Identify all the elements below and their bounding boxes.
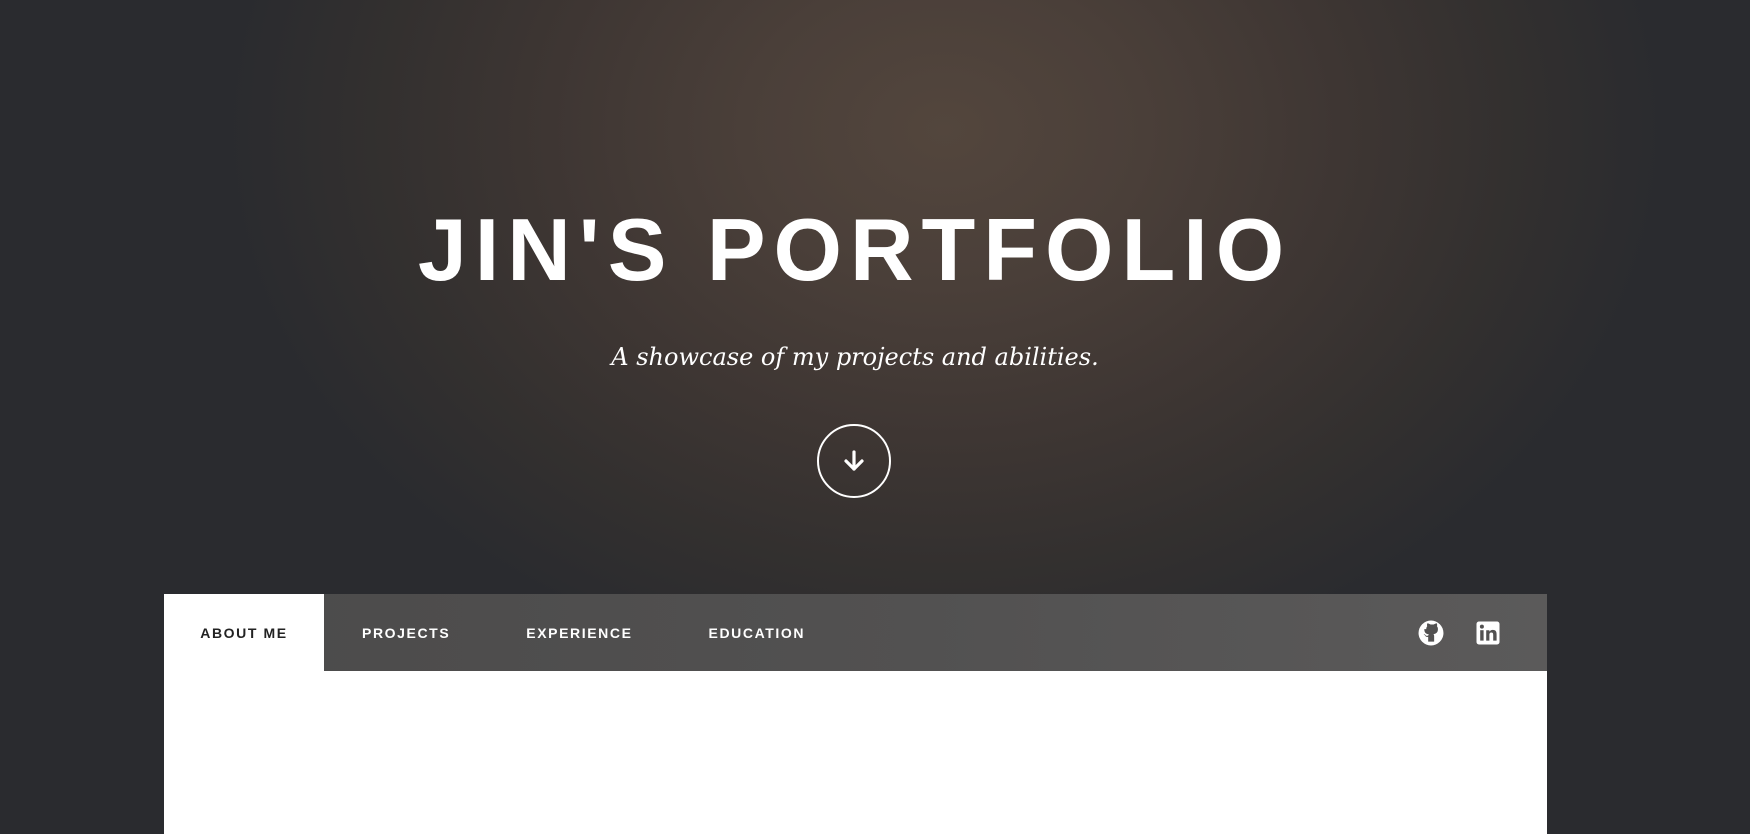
about-me-panel xyxy=(164,671,1547,834)
tab-experience[interactable]: EXPERIENCE xyxy=(488,594,670,671)
github-link[interactable] xyxy=(1418,620,1444,646)
page-title: JIN'S PORTFOLIO xyxy=(417,200,1293,299)
tab-education[interactable]: EDUCATION xyxy=(671,594,844,671)
arrow-down-icon xyxy=(844,450,864,471)
page-subtitle: A showcase of my projects and abilities. xyxy=(611,343,1099,371)
github-icon xyxy=(1418,620,1444,645)
tab-projects[interactable]: PROJECTS xyxy=(324,594,488,671)
nav-tabs: ABOUT ME PROJECTS EXPERIENCE EDUCATION xyxy=(164,594,843,671)
linkedin-link[interactable] xyxy=(1475,620,1501,646)
main-nav: ABOUT ME PROJECTS EXPERIENCE EDUCATION xyxy=(164,594,1547,671)
hero-section: JIN'S PORTFOLIO A showcase of my project… xyxy=(0,0,1750,594)
social-links xyxy=(1387,594,1501,671)
linkedin-icon xyxy=(1476,621,1500,644)
scroll-down-button[interactable] xyxy=(817,424,891,498)
tab-about-me[interactable]: ABOUT ME xyxy=(164,594,324,671)
